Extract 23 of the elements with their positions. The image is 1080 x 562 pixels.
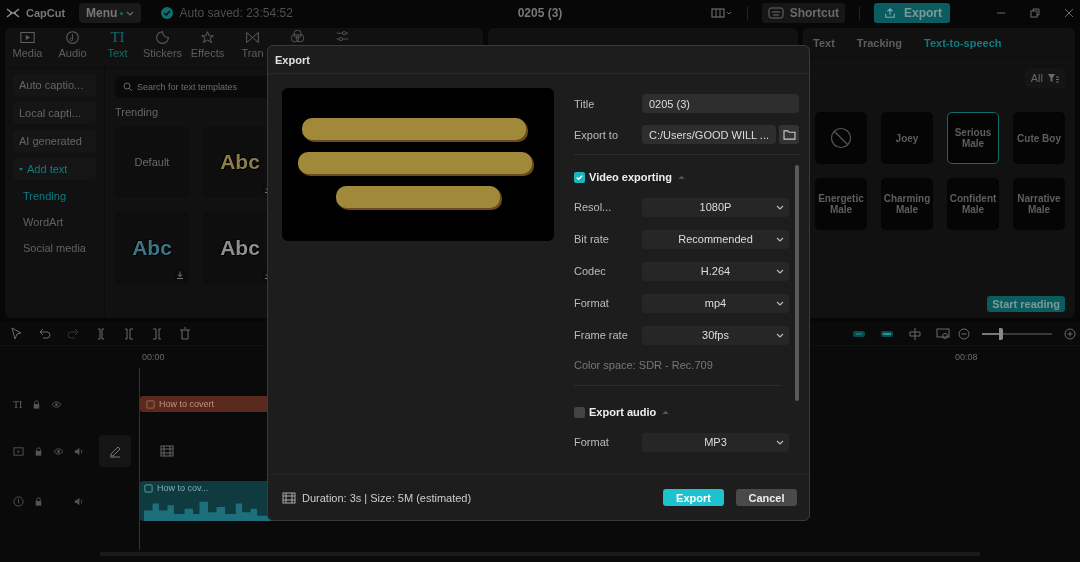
setting-label: Codec — [574, 265, 607, 277]
autosave-status: Auto saved: 23:54:52 — [179, 6, 293, 20]
field-label: Export to — [574, 128, 620, 141]
project-title: 0205 (3) — [517, 6, 563, 20]
setting-label: Bit rate — [574, 233, 610, 245]
export-summary: Duration: 3s | Size: 5M (estimated) — [302, 491, 472, 504]
text-icon: TI — [110, 30, 125, 45]
dialog-title: Export — [268, 46, 809, 74]
app-logo: CapCut — [26, 7, 66, 19]
setting-label: Resol... — [574, 201, 613, 213]
clip-title: How to cov... — [157, 483, 209, 493]
setting-label: Format — [574, 436, 610, 448]
field-label: Title — [574, 97, 596, 110]
section-heading: Trending — [115, 106, 159, 118]
setting-label: Frame rate — [574, 329, 629, 341]
color-space-note: Color space: SDR - Rec.709 — [574, 359, 714, 371]
setting-label: Format — [574, 297, 610, 309]
ruler-time: 00:08 — [955, 352, 978, 362]
section-title: Export audio — [589, 406, 657, 418]
ruler-time: 00:00 — [142, 352, 165, 362]
text-track-icon: TI — [13, 398, 23, 410]
clip-title: How to covert — [159, 399, 215, 409]
section-title: Video exporting — [589, 171, 672, 183]
